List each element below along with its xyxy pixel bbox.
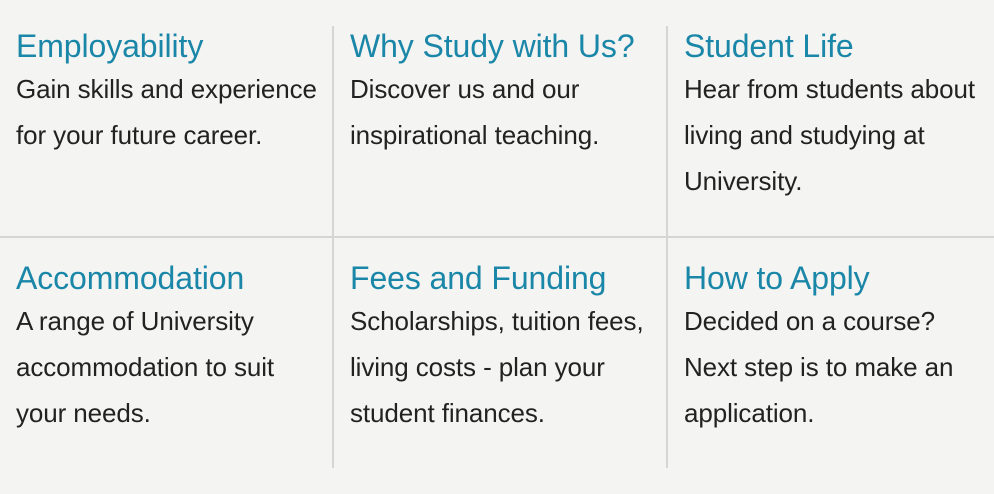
tile-description: Discover us and our inspirational teachi… bbox=[350, 74, 600, 150]
tile-title-link[interactable]: Employability bbox=[16, 26, 325, 66]
tile-employability: Employability Gain skills and experience… bbox=[0, 26, 333, 158]
tile-accommodation: Accommodation A range of University acco… bbox=[0, 258, 333, 436]
tile-fees-funding: Fees and Funding Scholarships, tuition f… bbox=[334, 258, 667, 436]
tile-description: Hear from students about living and stud… bbox=[684, 74, 975, 196]
tile-student-life: Student Life Hear from students about li… bbox=[668, 26, 994, 204]
feature-links-grid: Employability Gain skills and experience… bbox=[0, 0, 994, 494]
tile-description: Decided on a course? Next step is to mak… bbox=[684, 306, 954, 428]
tile-description: A range of University accommodation to s… bbox=[16, 306, 275, 428]
tile-description: Gain skills and experience for your futu… bbox=[16, 74, 317, 150]
tile-title-link[interactable]: Student Life bbox=[684, 26, 984, 66]
tile-how-to-apply: How to Apply Decided on a course? Next s… bbox=[668, 258, 994, 436]
tile-why-study: Why Study with Us? Discover us and our i… bbox=[334, 26, 667, 158]
tile-title-link[interactable]: Fees and Funding bbox=[350, 258, 650, 298]
tile-description: Scholarships, tuition fees, living costs… bbox=[350, 306, 644, 428]
tile-title-link[interactable]: Why Study with Us? bbox=[350, 26, 650, 66]
row-divider bbox=[0, 236, 994, 238]
tile-title-link[interactable]: How to Apply bbox=[684, 258, 984, 298]
tile-title-link[interactable]: Accommodation bbox=[16, 258, 325, 298]
